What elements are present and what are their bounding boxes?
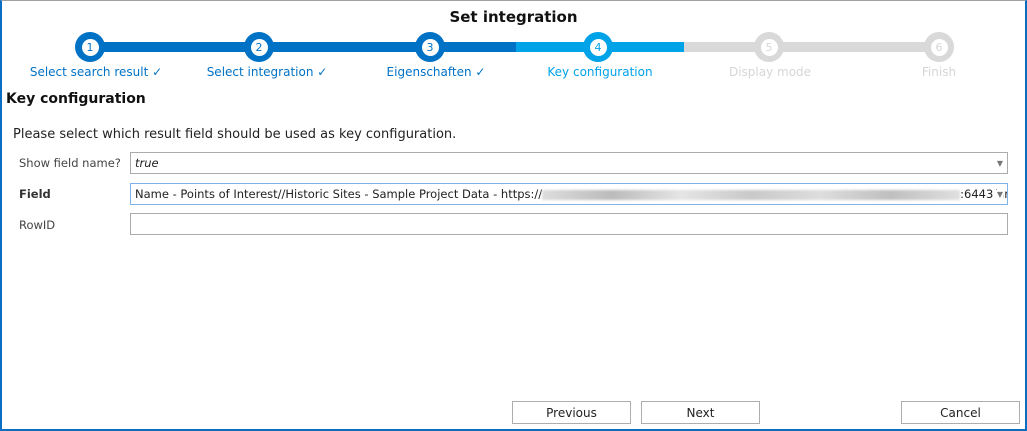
progress-bar-remaining bbox=[684, 42, 939, 52]
step-number: 2 bbox=[250, 38, 268, 56]
step-5-circle: 5 bbox=[754, 32, 784, 62]
page-heading: Key configuration bbox=[6, 91, 146, 107]
previous-button[interactable]: Previous bbox=[512, 401, 631, 424]
step-3-circle: 3 bbox=[415, 32, 445, 62]
step-number: 4 bbox=[589, 38, 607, 56]
rowid-input[interactable] bbox=[130, 213, 1008, 235]
step-2-circle: 2 bbox=[244, 32, 274, 62]
step-6-circle: 6 bbox=[924, 32, 954, 62]
intro-text: Please select which result field should … bbox=[13, 127, 457, 142]
progress-bar-done bbox=[90, 42, 516, 52]
step-number: 3 bbox=[421, 38, 439, 56]
step-number: 6 bbox=[930, 38, 948, 56]
dropdown-arrow-icon[interactable]: ▼ bbox=[992, 190, 1003, 199]
show-field-name-value: true bbox=[135, 156, 159, 170]
step-number: 1 bbox=[81, 38, 99, 56]
rowid-label: RowID bbox=[19, 218, 56, 232]
redacted-host bbox=[542, 189, 961, 200]
show-field-name-label: Show field name? bbox=[19, 156, 121, 170]
field-value-prefix: Name - Points of Interest//Historic Site… bbox=[135, 187, 543, 201]
show-field-name-select[interactable]: true ▼ bbox=[130, 152, 1008, 174]
step-4-circle: 4 bbox=[583, 32, 613, 62]
dropdown-arrow-icon[interactable]: ▼ bbox=[997, 159, 1003, 168]
field-select[interactable]: Name - Points of Interest//Historic Site… bbox=[130, 183, 1008, 205]
field-label: Field bbox=[19, 187, 51, 201]
next-button[interactable]: Next bbox=[641, 401, 760, 424]
step-1-circle: 1 bbox=[75, 32, 105, 62]
step-number: 5 bbox=[760, 38, 778, 56]
cancel-button[interactable]: Cancel bbox=[901, 401, 1020, 424]
step-6-label: Finish bbox=[921, 65, 957, 79]
dialog-title: Set integration bbox=[449, 8, 578, 26]
